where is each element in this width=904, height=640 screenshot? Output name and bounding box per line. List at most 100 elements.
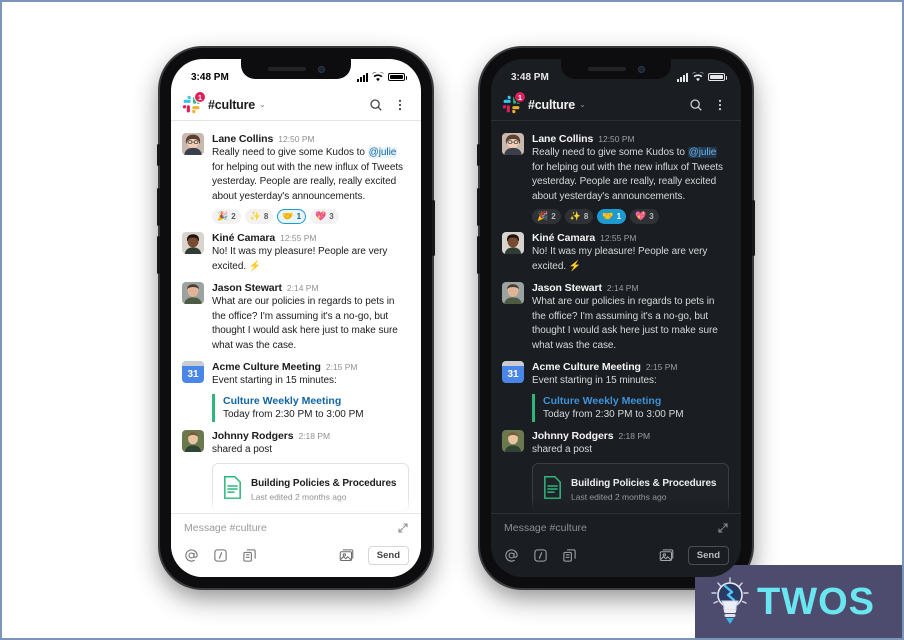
phone-screen-dark: 3:48 PM 1 #culture ⌄ Lane Collins 12:50 … xyxy=(491,59,741,577)
message-author[interactable]: Acme Culture Meeting xyxy=(532,361,641,373)
reaction-pill[interactable]: ✨ 8 xyxy=(564,209,594,224)
event-card[interactable]: Culture Weekly Meeting Today from 2:30 P… xyxy=(532,393,729,422)
volume-up-button[interactable] xyxy=(157,188,160,226)
message-author[interactable]: Jason Stewart xyxy=(532,282,602,294)
message-list[interactable]: Lane Collins 12:50 PM Really need to giv… xyxy=(171,121,421,513)
phone-screen-light: 3:48 PM 1 #culture ⌄ Lane Collins 12:50 … xyxy=(171,59,421,577)
message-text: shared a post xyxy=(532,443,592,455)
slash-command-icon[interactable] xyxy=(533,548,548,563)
message-list[interactable]: Lane Collins 12:50 PM Really need to giv… xyxy=(491,121,741,513)
notch xyxy=(561,59,671,79)
event-title[interactable]: Culture Weekly Meeting xyxy=(543,394,729,408)
search-icon[interactable] xyxy=(687,96,704,113)
emoji-shortcut-icon[interactable] xyxy=(242,548,257,563)
avatar[interactable] xyxy=(502,133,524,155)
send-button[interactable]: Send xyxy=(367,546,409,565)
slash-command-icon[interactable] xyxy=(213,548,228,563)
avatar[interactable] xyxy=(182,282,204,304)
front-camera-icon xyxy=(317,65,325,73)
composer-input-row: Message #culture xyxy=(184,522,409,534)
calendar-day: 31 xyxy=(507,369,519,380)
message-input[interactable]: Message #culture xyxy=(504,522,587,534)
more-vertical-icon[interactable] xyxy=(711,96,728,113)
message-acme-culture-meeting[interactable]: 31 Acme Culture Meeting 2:15 PM Event st… xyxy=(491,356,741,425)
photo-icon[interactable] xyxy=(339,548,354,563)
message-lane-collins[interactable]: Lane Collins 12:50 PM Really need to giv… xyxy=(491,128,741,227)
message-lane-collins[interactable]: Lane Collins 12:50 PM Really need to giv… xyxy=(171,128,421,227)
mention-icon[interactable] xyxy=(504,548,519,563)
power-button[interactable] xyxy=(432,200,435,256)
volume-up-button[interactable] xyxy=(477,188,480,226)
message-composer[interactable]: Message #culture Send xyxy=(491,513,741,577)
message-meta: Kiné Camara 12:55 PM xyxy=(532,232,729,244)
document-icon xyxy=(223,476,242,499)
message-author[interactable]: Johnny Rodgers xyxy=(532,430,614,442)
emoji-shortcut-icon[interactable] xyxy=(562,548,577,563)
message-author[interactable]: Jason Stewart xyxy=(212,282,282,294)
composer-toolbar: Send xyxy=(504,546,729,565)
event-card[interactable]: Culture Weekly Meeting Today from 2:30 P… xyxy=(212,393,409,422)
avatar[interactable] xyxy=(502,232,524,254)
more-vertical-icon[interactable] xyxy=(391,96,408,113)
volume-down-button[interactable] xyxy=(477,236,480,274)
message-author[interactable]: Lane Collins xyxy=(532,133,593,145)
message-author[interactable]: Acme Culture Meeting xyxy=(212,361,321,373)
mention-icon[interactable] xyxy=(184,548,199,563)
user-mention[interactable]: @julie xyxy=(367,147,398,158)
send-button[interactable]: Send xyxy=(687,546,729,565)
reaction-pill-active[interactable]: 🤝 1 xyxy=(277,209,307,224)
message-text: shared a post xyxy=(212,443,272,455)
reaction-count: 2 xyxy=(551,212,556,221)
message-jason-stewart[interactable]: Jason Stewart 2:14 PM What are our polic… xyxy=(491,277,741,356)
message-author[interactable]: Kiné Camara xyxy=(212,232,275,244)
screenshot-canvas: 3:48 PM 1 #culture ⌄ Lane Collins 12:50 … xyxy=(0,0,904,640)
message-text: Event starting in 15 minutes: xyxy=(212,375,337,386)
file-title: Building Policies & Procedures xyxy=(251,478,397,489)
message-kine-camara[interactable]: Kiné Camara 12:55 PM No! It was my pleas… xyxy=(491,227,741,277)
message-time: 2:18 PM xyxy=(618,430,651,441)
reaction-pill[interactable]: 💖 3 xyxy=(630,209,659,224)
message-jason-stewart[interactable]: Jason Stewart 2:14 PM What are our polic… xyxy=(171,277,421,356)
reaction-pill[interactable]: 🎉 2 xyxy=(212,209,241,224)
reaction-pill-active[interactable]: 🤝 1 xyxy=(597,209,627,224)
message-body: Jason Stewart 2:14 PM What are our polic… xyxy=(532,282,729,353)
reaction-pill[interactable]: ✨ 8 xyxy=(244,209,274,224)
watermark-text: TWOS xyxy=(757,580,875,623)
silent-switch[interactable] xyxy=(157,144,160,166)
event-title[interactable]: Culture Weekly Meeting xyxy=(223,394,409,408)
channel-name[interactable]: #culture xyxy=(208,98,255,112)
message-meta: Kiné Camara 12:55 PM xyxy=(212,232,409,244)
message-kine-camara[interactable]: Kiné Camara 12:55 PM No! It was my pleas… xyxy=(171,227,421,277)
channel-name[interactable]: #culture xyxy=(528,98,575,112)
message-author[interactable]: Lane Collins xyxy=(212,133,273,145)
search-icon[interactable] xyxy=(367,96,384,113)
avatar[interactable] xyxy=(182,232,204,254)
volume-down-button[interactable] xyxy=(157,236,160,274)
power-button[interactable] xyxy=(752,200,755,256)
message-input[interactable]: Message #culture xyxy=(184,522,267,534)
slack-logo-icon[interactable]: 1 xyxy=(182,91,206,114)
message-composer[interactable]: Message #culture Send xyxy=(171,513,421,577)
avatar[interactable] xyxy=(182,429,204,452)
silent-switch[interactable] xyxy=(477,144,480,166)
composer-toolbar: Send xyxy=(184,546,409,565)
photo-icon[interactable] xyxy=(659,548,674,563)
message-author[interactable]: Johnny Rodgers xyxy=(212,430,294,442)
slack-logo-icon[interactable]: 1 xyxy=(502,91,526,114)
chevron-down-icon[interactable]: ⌄ xyxy=(579,100,586,109)
user-mention[interactable]: @julie xyxy=(687,147,718,158)
expand-icon[interactable] xyxy=(397,522,409,534)
reaction-count: 8 xyxy=(583,212,589,221)
chevron-down-icon[interactable]: ⌄ xyxy=(259,100,266,109)
avatar[interactable] xyxy=(502,429,524,452)
avatar[interactable] xyxy=(182,133,204,155)
avatar[interactable] xyxy=(502,282,524,304)
list-fade xyxy=(491,497,741,513)
message-acme-culture-meeting[interactable]: 31 Acme Culture Meeting 2:15 PM Event st… xyxy=(171,356,421,425)
expand-icon[interactable] xyxy=(717,522,729,534)
notification-badge: 1 xyxy=(194,91,206,103)
message-author[interactable]: Kiné Camara xyxy=(532,232,595,244)
reaction-pill[interactable]: 💖 3 xyxy=(310,209,339,224)
message-body: Acme Culture Meeting 2:15 PM Event start… xyxy=(532,361,729,422)
reaction-pill[interactable]: 🎉 2 xyxy=(532,209,561,224)
